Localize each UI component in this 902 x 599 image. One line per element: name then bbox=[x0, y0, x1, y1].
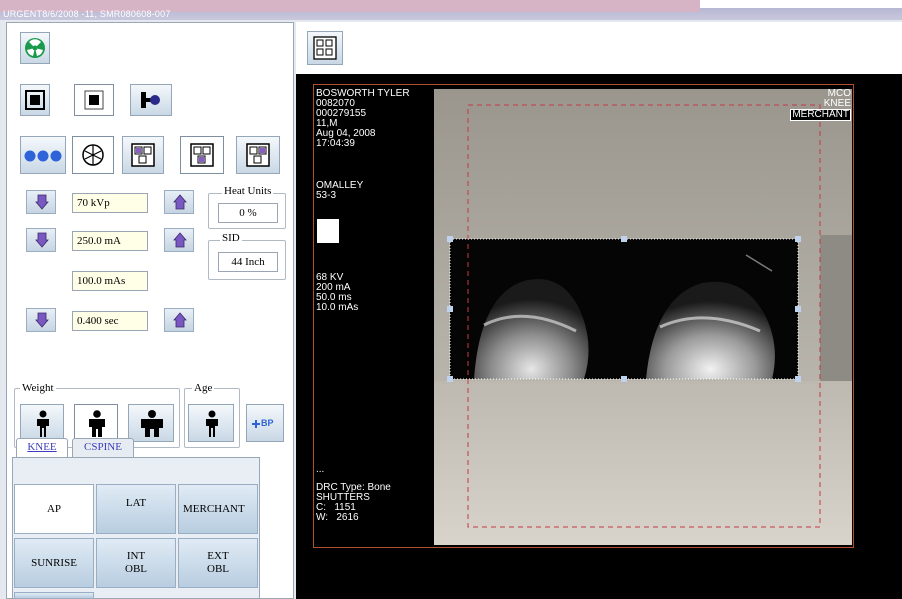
age-adult-button[interactable] bbox=[188, 404, 234, 442]
down-arrow-icon bbox=[35, 232, 49, 248]
person-small-icon bbox=[37, 410, 49, 437]
collimator-large-button[interactable] bbox=[20, 84, 50, 116]
tube-position-button[interactable] bbox=[130, 84, 172, 116]
title-bar: URGENT8/6/2008 -11, SMR080608-007 bbox=[0, 0, 902, 20]
weight-medium-button[interactable] bbox=[74, 404, 118, 442]
chamber-center-icon bbox=[190, 143, 214, 167]
collimator-large-icon bbox=[25, 90, 45, 110]
person-large-icon bbox=[141, 410, 163, 437]
heat-units-label: Heat Units bbox=[222, 185, 274, 197]
physician-overlay: OMALLEY 53-3 bbox=[316, 181, 363, 201]
cell-selection-button[interactable] bbox=[20, 136, 66, 174]
chamber-right-icon bbox=[246, 143, 270, 167]
tab-knee-label: KNEE bbox=[27, 441, 57, 453]
up-arrow-icon bbox=[173, 312, 187, 328]
image-grid-button[interactable] bbox=[307, 31, 343, 65]
time-field[interactable]: 0.400 sec bbox=[72, 311, 148, 331]
procedure-sunrise-button[interactable]: SUNRISE bbox=[14, 538, 94, 588]
patient-info-overlay: BOSWORTH TYLER 0082070 000279155 11,M Au… bbox=[316, 89, 410, 149]
chamber-right-button[interactable] bbox=[236, 136, 280, 174]
title-bar-highlight bbox=[700, 0, 902, 8]
plus-icon bbox=[252, 420, 260, 428]
xray-image-frame: BOSWORTH TYLER 0082070 000279155 11,M Au… bbox=[313, 84, 854, 548]
kvp-decrease-button[interactable] bbox=[26, 190, 56, 214]
ma-increase-button[interactable] bbox=[164, 228, 194, 252]
person-adult-icon bbox=[206, 410, 218, 437]
technique-overlay: 68 KV 200 mA 50.0 ms 10.0 mAs bbox=[316, 273, 358, 313]
weight-large-button[interactable] bbox=[128, 404, 174, 442]
weight-label: Weight bbox=[20, 382, 56, 394]
procedure-int-obl-label-line1: INT bbox=[126, 550, 146, 562]
procedure-sunrise-label: SUNRISE bbox=[31, 556, 77, 569]
up-arrow-icon bbox=[173, 232, 187, 248]
weight-small-button[interactable] bbox=[20, 404, 64, 442]
procedure-merchant-button[interactable]: MERCHANT bbox=[178, 484, 258, 534]
mas-field: 100.0 mAs bbox=[72, 271, 148, 291]
tab-knee[interactable]: KNEE bbox=[16, 438, 68, 457]
bp-button[interactable]: BP bbox=[246, 404, 284, 442]
processing-overlay: DRC Type: Bone SHUTTERS C: 1151 W: 2616 bbox=[316, 483, 391, 523]
down-arrow-icon bbox=[35, 194, 49, 210]
time-increase-button[interactable] bbox=[164, 308, 194, 332]
procedure-ext-obl-label-line1: EXT bbox=[207, 550, 229, 562]
up-arrow-icon bbox=[173, 194, 187, 210]
kvp-field[interactable]: 70 kVp bbox=[72, 193, 148, 213]
procedure-ap-label: AP bbox=[46, 502, 62, 515]
sid-value: 44 Inch bbox=[218, 252, 278, 272]
procedure-int-obl-label-line2: OBL bbox=[125, 563, 147, 575]
tab-cspine[interactable]: CSPINE bbox=[72, 438, 134, 457]
radiation-icon bbox=[25, 38, 45, 58]
procedure-extra-button[interactable] bbox=[14, 592, 94, 599]
window-title: URGENT8/6/2008 -11, SMR080608-007 bbox=[3, 9, 171, 19]
chamber-center-button[interactable] bbox=[180, 136, 224, 174]
technique-mas: 10.0 mAs bbox=[316, 302, 359, 313]
image-grid-icon bbox=[313, 36, 337, 60]
study-time: 17:04:39 bbox=[316, 138, 355, 149]
series-body-part: KNEE bbox=[823, 98, 851, 109]
procedure-ext-obl-button[interactable]: EXT OBL bbox=[178, 538, 258, 588]
tab-cspine-label: CSPINE bbox=[84, 441, 122, 453]
series-overlay: MCO KNEE MERCHANT bbox=[790, 89, 851, 121]
ma-field[interactable]: 250.0 mA bbox=[72, 231, 148, 251]
window-width: W: 2616 bbox=[316, 512, 359, 523]
chamber-left-icon bbox=[131, 143, 155, 167]
grid-wheel-icon bbox=[82, 144, 104, 166]
series-view: MERCHANT bbox=[790, 109, 851, 121]
bp-label: BP bbox=[261, 418, 274, 428]
procedure-lat-button[interactable]: LAT bbox=[96, 484, 176, 534]
down-arrow-icon bbox=[35, 312, 49, 328]
heat-units-value: 0 % bbox=[218, 203, 278, 223]
tube-position-icon bbox=[141, 92, 160, 108]
radiation-button[interactable] bbox=[20, 32, 50, 64]
three-dots-icon bbox=[24, 150, 62, 162]
procedure-int-obl-button[interactable]: INT OBL bbox=[96, 538, 176, 588]
xray-image bbox=[317, 89, 852, 545]
procedure-merchant-label: MERCHANT bbox=[183, 502, 245, 515]
procedure-ap-button[interactable]: AP bbox=[14, 484, 94, 534]
collimator-small-button[interactable] bbox=[74, 84, 114, 116]
time-decrease-button[interactable] bbox=[26, 308, 56, 332]
procedure-ext-obl-label-line2: OBL bbox=[207, 563, 229, 575]
person-medium-icon bbox=[89, 410, 105, 437]
grid-button[interactable] bbox=[72, 136, 114, 174]
ellipsis-overlay: ... bbox=[316, 464, 325, 475]
procedure-lat-label: LAT bbox=[125, 497, 147, 509]
kvp-increase-button[interactable] bbox=[164, 190, 194, 214]
collimator-small-icon bbox=[84, 90, 104, 110]
room-code: 53-3 bbox=[316, 190, 337, 201]
ma-decrease-button[interactable] bbox=[26, 228, 56, 252]
age-label: Age bbox=[192, 382, 215, 394]
sid-label: SID bbox=[220, 232, 242, 244]
chamber-left-button[interactable] bbox=[122, 136, 164, 174]
